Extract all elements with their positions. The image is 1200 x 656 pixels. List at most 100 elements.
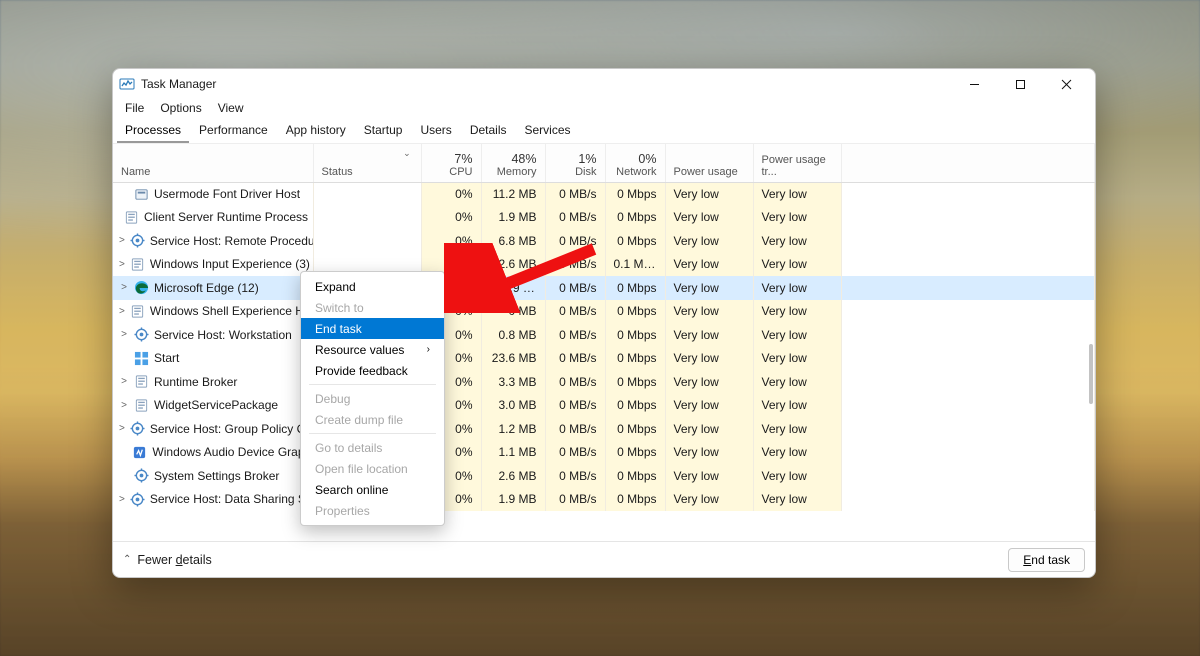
expand-chevron-icon[interactable]: > xyxy=(119,400,129,411)
titlebar[interactable]: Task Manager xyxy=(113,69,1095,99)
power-usage-trend-cell: Very low xyxy=(753,323,841,347)
expand-chevron-icon[interactable]: > xyxy=(119,423,125,434)
process-grid: Name Status⌄ 7%CPU 48%Memory 1%Disk 0%Ne… xyxy=(113,144,1095,541)
power-usage-cell: Very low xyxy=(665,276,753,300)
expand-chevron-icon[interactable]: > xyxy=(119,235,125,246)
expand-chevron-icon[interactable]: > xyxy=(119,494,125,505)
ctx-debug: Debug xyxy=(301,388,444,409)
power-usage-cell: Very low xyxy=(665,370,753,394)
expand-chevron-icon[interactable]: > xyxy=(119,376,129,387)
memory-cell: 3.3 MB xyxy=(481,370,545,394)
ctx-provide-feedback[interactable]: Provide feedback xyxy=(301,360,444,381)
network-cell: 0 Mbps xyxy=(605,394,665,418)
menu-view[interactable]: View xyxy=(212,99,250,117)
tab-details[interactable]: Details xyxy=(462,119,515,143)
table-row[interactable]: Start0%23.6 MB0 MB/s0 MbpsVery lowVery l… xyxy=(113,347,1095,371)
col-status[interactable]: Status⌄ xyxy=(313,144,421,182)
status-cell xyxy=(313,182,421,206)
cpu-cell: 0% xyxy=(421,182,481,206)
process-name: WidgetServicePackage xyxy=(154,398,278,412)
end-task-button[interactable]: End task xyxy=(1008,548,1085,572)
footer: ⌃ Fewer details End task xyxy=(113,541,1095,577)
process-name: System Settings Broker xyxy=(154,469,279,483)
close-button[interactable] xyxy=(1043,69,1089,99)
disk-cell: 0 MB/s xyxy=(545,206,605,230)
ctx-resource-values[interactable]: Resource values› xyxy=(301,339,444,360)
start-icon xyxy=(134,351,149,366)
col-memory[interactable]: 48%Memory xyxy=(481,144,545,182)
ctx-end-task[interactable]: End task xyxy=(301,318,444,339)
driver-icon xyxy=(134,187,149,202)
network-cell: 0 Mbps xyxy=(605,323,665,347)
table-row[interactable]: >WidgetServicePackage0%3.0 MB0 MB/s0 Mbp… xyxy=(113,394,1095,418)
memory-cell: 6.8 MB xyxy=(481,229,545,253)
tab-users[interactable]: Users xyxy=(412,119,459,143)
context-menu: Expand Switch to End task Resource value… xyxy=(300,271,445,526)
table-row[interactable]: >Windows Input Experience (3)0%72.6 MB0 … xyxy=(113,253,1095,277)
table-row[interactable]: >Microsoft Edge (12)324.9 MB0 MB/s0 Mbps… xyxy=(113,276,1095,300)
power-usage-cell: Very low xyxy=(665,323,753,347)
power-usage-cell: Very low xyxy=(665,182,753,206)
table-row[interactable]: System Settings Broker0%2.6 MB0 MB/s0 Mb… xyxy=(113,464,1095,488)
tab-services[interactable]: Services xyxy=(517,119,579,143)
power-usage-cell: Very low xyxy=(665,206,753,230)
memory-cell: 1.2 MB xyxy=(481,417,545,441)
expand-chevron-icon[interactable]: > xyxy=(119,306,125,317)
exe-icon xyxy=(124,210,139,225)
table-row[interactable]: >Service Host: Workstation0%0.8 MB0 MB/s… xyxy=(113,323,1095,347)
power-usage-trend-cell: Very low xyxy=(753,182,841,206)
network-cell: 0 Mbps xyxy=(605,417,665,441)
disk-cell: 0 MB/s xyxy=(545,253,605,277)
gear-icon xyxy=(134,468,149,483)
tab-processes[interactable]: Processes xyxy=(117,119,189,143)
gear-icon xyxy=(134,327,149,342)
expand-chevron-icon[interactable]: > xyxy=(119,259,125,270)
col-cpu[interactable]: 7%CPU xyxy=(421,144,481,182)
maximize-button[interactable] xyxy=(997,69,1043,99)
network-cell: 0 Mbps xyxy=(605,206,665,230)
minimize-button[interactable] xyxy=(951,69,997,99)
disk-cell: 0 MB/s xyxy=(545,441,605,465)
table-row[interactable]: Client Server Runtime Process0%1.9 MB0 M… xyxy=(113,206,1095,230)
process-name: Start xyxy=(154,351,179,365)
power-usage-trend-cell: Very low xyxy=(753,464,841,488)
col-name[interactable]: Name xyxy=(113,144,313,182)
col-network[interactable]: 0%Network xyxy=(605,144,665,182)
chevron-down-icon: ⌄ xyxy=(403,148,411,159)
disk-cell: 0 MB/s xyxy=(545,347,605,371)
power-usage-cell: Very low xyxy=(665,417,753,441)
network-cell: 0 Mbps xyxy=(605,276,665,300)
table-row[interactable]: >Windows Shell Experience Ho0%0 MB0 MB/s… xyxy=(113,300,1095,324)
chevron-up-icon[interactable]: ⌃ xyxy=(123,554,131,565)
table-row[interactable]: Windows Audio Device Grap0%1.1 MB0 MB/s0… xyxy=(113,441,1095,465)
table-row[interactable]: >Service Host: Data Sharing Service0%1.9… xyxy=(113,488,1095,512)
network-cell: 0 Mbps xyxy=(605,300,665,324)
process-name: Client Server Runtime Process xyxy=(144,210,308,224)
expand-chevron-icon[interactable]: > xyxy=(119,329,129,340)
table-row[interactable]: Usermode Font Driver Host0%11.2 MB0 MB/s… xyxy=(113,182,1095,206)
table-row[interactable]: >Service Host: Remote Procedure...0%6.8 … xyxy=(113,229,1095,253)
col-disk[interactable]: 1%Disk xyxy=(545,144,605,182)
task-manager-window: Task Manager File Options View Processes… xyxy=(112,68,1096,578)
power-usage-trend-cell: Very low xyxy=(753,253,841,277)
expand-chevron-icon[interactable]: > xyxy=(119,282,129,293)
col-spacer xyxy=(841,144,1095,182)
fewer-details-link[interactable]: Fewer details xyxy=(137,553,211,567)
status-cell xyxy=(313,206,421,230)
memory-cell: 1.9 MB xyxy=(481,488,545,512)
ctx-expand[interactable]: Expand xyxy=(301,276,444,297)
table-row[interactable]: >Service Host: Group Policy C0%1.2 MB0 M… xyxy=(113,417,1095,441)
ctx-search-online[interactable]: Search online xyxy=(301,479,444,500)
col-power-usage-trend[interactable]: Power usage tr... xyxy=(753,144,841,182)
tab-app-history[interactable]: App history xyxy=(278,119,354,143)
power-usage-trend-cell: Very low xyxy=(753,229,841,253)
tab-performance[interactable]: Performance xyxy=(191,119,276,143)
tab-startup[interactable]: Startup xyxy=(356,119,411,143)
col-power-usage[interactable]: Power usage xyxy=(665,144,753,182)
table-row[interactable]: >Runtime Broker0%3.3 MB0 MB/s0 MbpsVery … xyxy=(113,370,1095,394)
menu-file[interactable]: File xyxy=(119,99,150,117)
menu-options[interactable]: Options xyxy=(154,99,207,117)
power-usage-trend-cell: Very low xyxy=(753,441,841,465)
menubar: File Options View xyxy=(113,99,1095,119)
scrollbar-thumb[interactable] xyxy=(1089,344,1093,404)
